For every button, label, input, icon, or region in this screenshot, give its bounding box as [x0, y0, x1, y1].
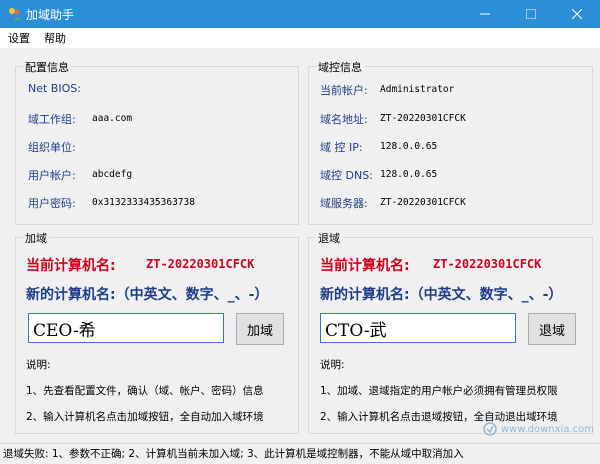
menu-settings[interactable]: 设置 [8, 30, 30, 46]
join-note-2: 2、输入计算机名点击加域按钮，全自动加入域环境 [26, 411, 264, 423]
maximize-button[interactable] [508, 0, 554, 28]
join-domain-button[interactable]: 加域 [236, 313, 284, 345]
leave-domain-button[interactable]: 退域 [528, 313, 576, 345]
user-password-value: 0x3132333435363738 [92, 197, 195, 208]
users-icon [7, 8, 21, 20]
user-account-value: abcdefg [92, 169, 133, 180]
watermark: www.downxia.com [483, 422, 594, 436]
current-account-label: 当前帐户: [320, 84, 368, 97]
dc-ip-label: 域 控 IP: [320, 141, 363, 154]
leave-new-name-label: 新的计算机名:（中英文、数字、_、-） [320, 287, 563, 303]
workgroup-value: aaa.com [92, 113, 133, 124]
join-domain-title: 加域 [23, 230, 49, 246]
watermark-text: www.downxia.com [500, 423, 594, 435]
dc-ip-value: 128.0.0.65 [380, 141, 438, 152]
minimize-button[interactable] [462, 0, 508, 28]
status-bar: 退域失败: 1、参数不正确; 2、计算机当前未加入域; 3、此计算机是域控制器，… [0, 443, 600, 464]
window-title: 加域助手 [26, 8, 75, 22]
join-note-1: 1、先查看配置文件，确认（域、帐户、密码）信息 [26, 385, 264, 397]
close-button[interactable] [554, 0, 600, 28]
join-new-name-label: 新的计算机名:（中英文、数字、_、-） [26, 287, 269, 303]
close-icon [572, 9, 582, 19]
join-computer-name-input[interactable] [28, 313, 224, 343]
domain-controller-title: 域控信息 [316, 59, 364, 75]
domain-address-value: ZT-20220301CFCK [380, 113, 466, 124]
join-notes-title: 说明: [26, 359, 51, 371]
dc-dns-label: 域控 DNS: [320, 169, 373, 182]
user-account-label: 用户帐户: [28, 169, 76, 182]
domain-controller-group: 域控信息 当前帐户: Administrator 域名地址: ZT-202203… [308, 59, 593, 225]
domain-server-value: ZT-20220301CFCK [380, 197, 466, 208]
join-domain-group: 加域 当前计算机名: ZT-20220301CFCK 新的计算机名:（中英文、数… [15, 230, 299, 434]
user-password-label: 用户密码: [28, 197, 76, 210]
workgroup-label: 域工作组: [28, 113, 76, 126]
title-bar: 加域助手 [0, 0, 600, 28]
leave-notes-title: 说明: [320, 359, 345, 371]
config-info-group: 配置信息 Net BIOS: 域工作组: aaa.com 组织单位: 用户帐户:… [15, 59, 299, 225]
join-current-name-value: ZT-20220301CFCK [146, 257, 255, 271]
leave-current-name-value: ZT-20220301CFCK [433, 257, 542, 271]
dc-dns-value: 128.0.0.65 [380, 169, 438, 180]
status-text: 退域失败: 1、参数不正确; 2、计算机当前未加入域; 3、此计算机是域控制器，… [3, 448, 464, 460]
menu-help[interactable]: 帮助 [44, 30, 66, 46]
leave-domain-title: 退域 [316, 230, 342, 246]
join-current-name-label: 当前计算机名: [26, 258, 116, 274]
leave-domain-group: 退域 当前计算机名: ZT-20220301CFCK 新的计算机名:（中英文、数… [308, 230, 593, 434]
domain-address-label: 域名地址: [320, 113, 368, 126]
org-unit-label: 组织单位: [28, 141, 76, 154]
domain-server-label: 域服务器: [320, 197, 368, 210]
config-info-title: 配置信息 [23, 59, 71, 75]
minimize-icon [480, 13, 490, 15]
logo-icon [483, 422, 497, 436]
leave-computer-name-input[interactable] [320, 313, 516, 343]
maximize-icon [526, 9, 536, 19]
leave-current-name-label: 当前计算机名: [320, 258, 410, 274]
leave-note-1: 1、加域、退域指定的用户帐户必须拥有管理员权限 [320, 385, 558, 397]
netbios-label: Net BIOS: [28, 82, 81, 95]
menu-bar: 设置 帮助 [0, 28, 600, 48]
current-account-value: Administrator [380, 84, 455, 95]
